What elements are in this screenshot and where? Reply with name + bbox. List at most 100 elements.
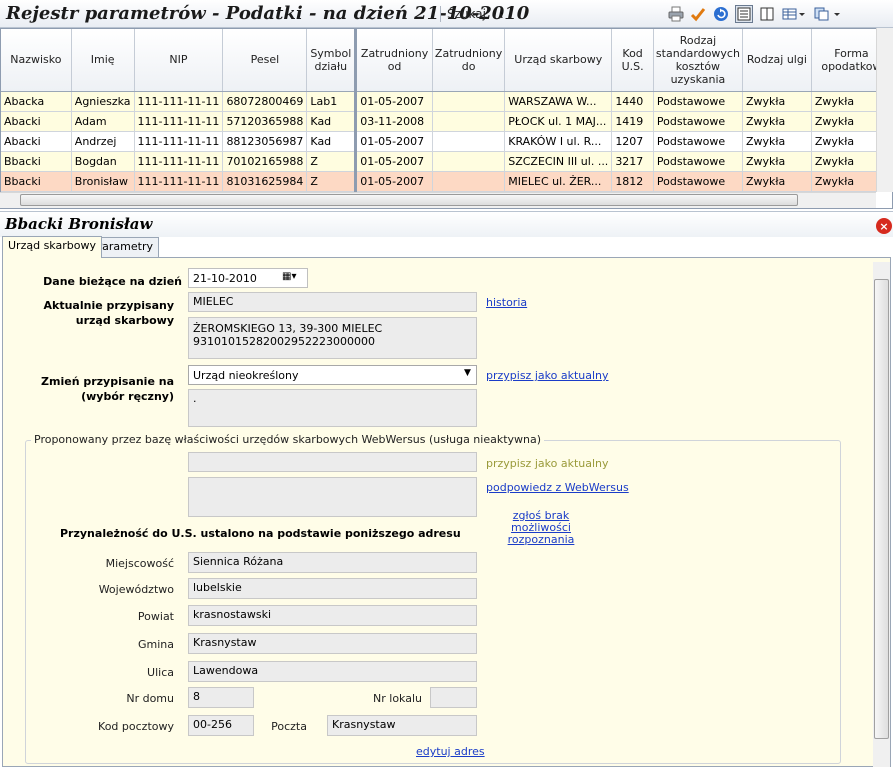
columns-icon	[760, 7, 774, 21]
table-cell[interactable]: 68072800469	[222, 91, 308, 112]
table-cell[interactable]: 01-05-2007	[355, 151, 433, 172]
nr-domu-field: 8	[188, 687, 254, 708]
table-row[interactable]: Abacki Adam 111-111-11-11 57120365988 Kad 03-…	[1, 111, 892, 132]
column-header[interactable]: Pesel	[222, 29, 308, 92]
column-header[interactable]: Zatrudniony do	[432, 29, 506, 92]
column-header[interactable]: Imię	[71, 29, 135, 92]
table-cell[interactable]: 3217	[611, 151, 654, 172]
copy-button[interactable]	[812, 5, 842, 23]
grid-scroll-thumb[interactable]	[20, 194, 798, 206]
edit-address-link[interactable]: edytuj adres	[416, 745, 485, 758]
chevron-down-icon: ▼	[464, 368, 471, 378]
table-cell[interactable]: Podstawowe	[653, 91, 743, 112]
table-cell[interactable]: Podstawowe	[653, 111, 743, 132]
table-cell[interactable]: 1440	[611, 91, 654, 112]
table-cell[interactable]: Zwykła	[742, 111, 812, 132]
table-cell[interactable]	[432, 151, 506, 172]
table-cell[interactable]: Podstawowe	[653, 171, 743, 192]
refresh-button[interactable]	[712, 5, 730, 23]
column-header[interactable]: Nazwisko	[1, 29, 72, 92]
table-cell[interactable]: Z	[306, 151, 358, 172]
table-cell[interactable]: 01-05-2007	[355, 91, 433, 112]
table-cell[interactable]: Adam	[71, 111, 135, 132]
table-cell[interactable]: WARSZAWA W...	[504, 91, 613, 112]
table-cell[interactable]: Bbacki	[1, 151, 72, 172]
table-cell[interactable]: KRAKÓW I ul. R...	[504, 131, 613, 152]
search-input[interactable]	[500, 5, 658, 23]
calculator-button[interactable]	[735, 5, 753, 23]
history-link[interactable]: historia	[486, 296, 527, 309]
table-cell[interactable]: 01-05-2007	[355, 171, 433, 192]
table-cell[interactable]: Bogdan	[71, 151, 135, 172]
print-button[interactable]	[667, 5, 685, 23]
calendar-icon[interactable]: ▦▾	[282, 271, 296, 282]
nr-lokalu-field	[430, 687, 477, 708]
table-cell[interactable]: Abacki	[1, 131, 72, 152]
accept-button[interactable]	[689, 5, 707, 23]
table-cell[interactable]: Abacki	[1, 111, 72, 132]
panel-scroll-thumb[interactable]	[874, 279, 889, 739]
table-cell[interactable]: 03-11-2008	[355, 111, 433, 132]
column-header[interactable]: Rodzaj ulgi	[742, 29, 812, 92]
table-cell[interactable]	[432, 91, 506, 112]
table-cell[interactable]: Lab1	[306, 91, 358, 112]
table-cell[interactable]: 111-111-11-11	[134, 91, 224, 112]
table-cell[interactable]: Agnieszka	[71, 91, 135, 112]
table-cell[interactable]: Podstawowe	[653, 131, 743, 152]
date-picker[interactable]: 21-10-2010 ▦▾	[188, 268, 308, 288]
table-cell[interactable]: MIELEC ul. ŻER...	[504, 171, 613, 192]
office-select[interactable]: Urząd nieokreślony ▼	[188, 365, 477, 385]
column-header[interactable]: Rodzaj standardowych kosztów uzyskania	[653, 29, 743, 92]
table-cell[interactable]: Zwykła	[742, 91, 812, 112]
column-header[interactable]: Urząd skarbowy	[504, 29, 613, 92]
table-cell[interactable]: 111-111-11-11	[134, 151, 224, 172]
column-header[interactable]: NIP	[134, 29, 224, 92]
table-cell[interactable]: 111-111-11-11	[134, 171, 224, 192]
grid-vertical-scrollbar[interactable]	[876, 28, 893, 192]
table-cell[interactable]	[432, 111, 506, 132]
refresh-icon	[714, 7, 728, 21]
column-header[interactable]: Zatrudniony od	[355, 29, 433, 92]
table-row[interactable]: Bbacki Bronisław 111-111-11-11 81031625984 Z…	[1, 171, 892, 192]
table-cell[interactable]: Abacka	[1, 91, 72, 112]
table-cell[interactable]	[432, 131, 506, 152]
table-cell[interactable]: PŁOCK ul. 1 MAJ...	[504, 111, 613, 132]
column-header[interactable]: Symbol działu	[306, 29, 358, 92]
table-cell[interactable]: Kad	[306, 111, 358, 132]
table-cell[interactable]: 1812	[611, 171, 654, 192]
table-cell[interactable]: 111-111-11-11	[134, 131, 224, 152]
table-cell[interactable]	[432, 171, 506, 192]
table-cell[interactable]: 88123056987	[222, 131, 308, 152]
assign-current-link[interactable]: przypisz jako aktualny	[486, 369, 609, 382]
table-row[interactable]: Bbacki Bogdan 111-111-11-11 70102165988 Z 01-…	[1, 151, 892, 172]
close-icon[interactable]: ×	[876, 218, 892, 234]
tab-urzad-skarbowy[interactable]: Urząd skarbowy	[2, 236, 102, 258]
table-cell[interactable]: Andrzej	[71, 131, 135, 152]
column-header[interactable]: Kod U.S.	[611, 29, 654, 92]
table-cell[interactable]: Zwykła	[742, 151, 812, 172]
table-cell[interactable]: Z	[306, 171, 358, 192]
table-cell[interactable]: Podstawowe	[653, 151, 743, 172]
report-unrecognized-link[interactable]: zgłoś brak możliwości rozpoznania	[486, 510, 596, 546]
table-cell[interactable]: 1419	[611, 111, 654, 132]
table-cell[interactable]: Zwykła	[742, 171, 812, 192]
table-cell[interactable]: Zwykła	[742, 131, 812, 152]
hint-webwersus-link[interactable]: podpowiedz z WebWersus	[486, 481, 629, 494]
table-cell[interactable]: 111-111-11-11	[134, 111, 224, 132]
table-cell[interactable]: Bbacki	[1, 171, 72, 192]
webwersus-details	[188, 477, 477, 517]
table-row[interactable]: Abacka Agnieszka 111-111-11-11 68072800469 L…	[1, 91, 892, 112]
table-row[interactable]: Abacki Andrzej 111-111-11-11 88123056987 Kad…	[1, 131, 892, 152]
table-cell[interactable]: 1207	[611, 131, 654, 152]
grid-view-button[interactable]	[781, 5, 807, 23]
table-cell[interactable]: SZCZECIN III ul. ...	[504, 151, 613, 172]
columns-button[interactable]	[758, 5, 776, 23]
date-label: Dane bieżące na dzień	[43, 275, 182, 288]
table-cell[interactable]: 01-05-2007	[355, 131, 433, 152]
table-cell[interactable]: Kad	[306, 131, 358, 152]
table-cell[interactable]: 57120365988	[222, 111, 308, 132]
current-office-details: ŻEROMSKIEGO 13, 39-300 MIELEC 9310101528…	[188, 317, 477, 359]
table-cell[interactable]: Bronisław	[71, 171, 135, 192]
table-cell[interactable]: 81031625984	[222, 171, 308, 192]
table-cell[interactable]: 70102165988	[222, 151, 308, 172]
